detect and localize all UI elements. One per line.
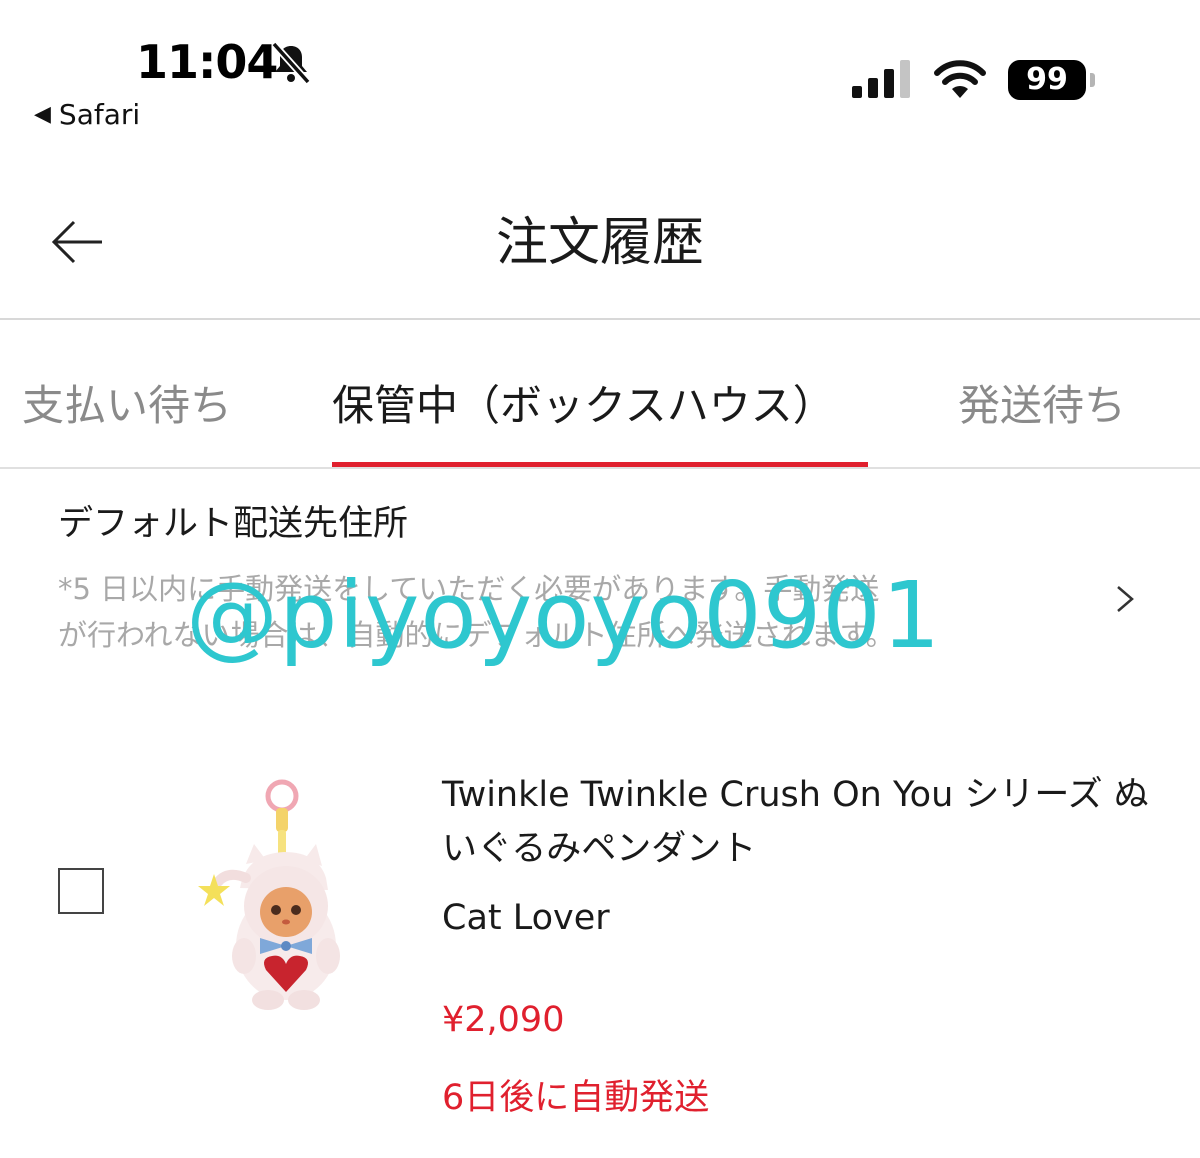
- tab-in-storage[interactable]: 保管中（ボックスハウス）: [332, 378, 835, 434]
- select-item-checkbox[interactable]: [58, 868, 104, 914]
- battery-indicator: 99: [1008, 60, 1096, 102]
- tab-awaiting-payment[interactable]: 支払い待ち: [22, 378, 232, 434]
- back-app-label: Safari: [58, 98, 141, 131]
- product-name[interactable]: Twinkle Twinkle Crush On You シリーズ ぬいぐるみペ…: [442, 768, 1152, 876]
- battery-nub: [1090, 73, 1095, 87]
- chevron-right-icon[interactable]: [1112, 584, 1138, 614]
- tab-awaiting-shipment[interactable]: 発送待ち: [958, 378, 1126, 434]
- product-price: ¥2,090: [442, 1000, 565, 1040]
- battery-level: 99: [1008, 60, 1086, 100]
- header-divider: [0, 318, 1200, 320]
- auto-ship-status: 6日後に自動発送: [442, 1078, 710, 1118]
- product-image[interactable]: [188, 778, 368, 1010]
- default-address-title[interactable]: デフォルト配送先住所: [58, 500, 408, 548]
- watermark: @piyoyoyo0901: [186, 562, 942, 669]
- bell-slash-icon: [271, 41, 311, 85]
- wifi-icon: [934, 60, 986, 98]
- back-triangle-icon: ◀: [34, 102, 51, 127]
- cellular-signal-icon: [852, 60, 910, 98]
- back-to-app-link[interactable]: ◀ Safari: [34, 98, 140, 132]
- page-title: 注文履歴: [495, 213, 704, 273]
- tabs-divider: [0, 467, 1200, 469]
- product-variant: Cat Lover: [442, 898, 610, 938]
- status-time: 11:04: [136, 35, 278, 89]
